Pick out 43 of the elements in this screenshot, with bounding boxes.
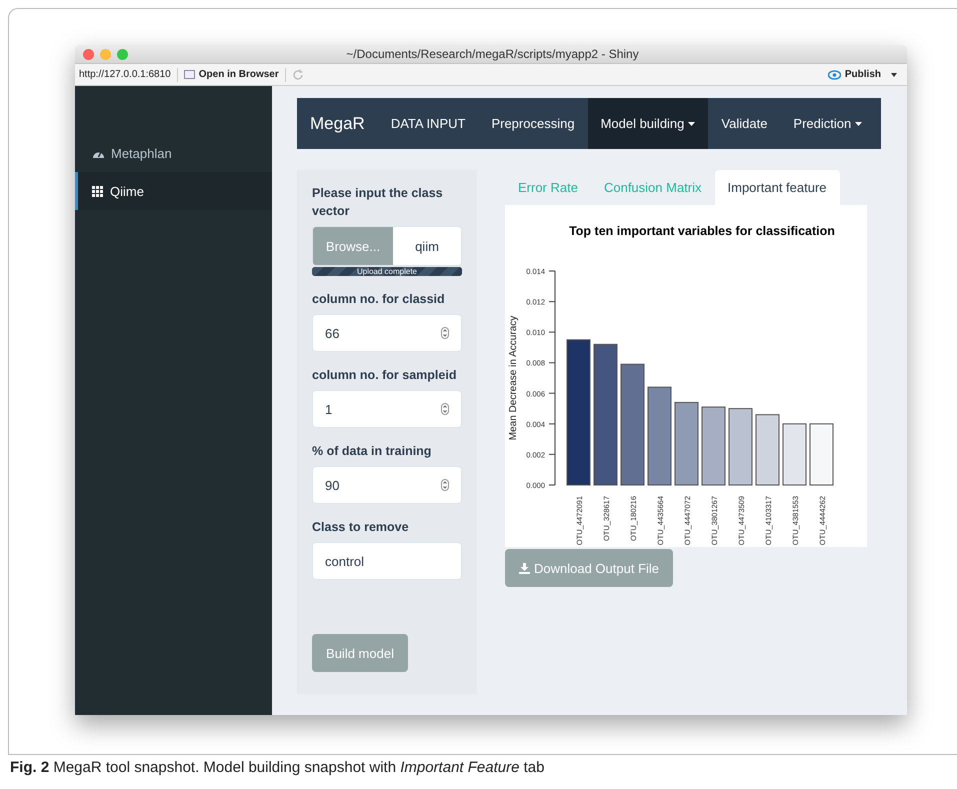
window-icon [184,70,195,79]
nav-item[interactable]: Validate [708,98,780,149]
text-field[interactable]: control [312,542,462,580]
field-label: Class to remove [312,519,410,536]
nav-item[interactable]: Model building [588,98,708,149]
caret-icon [891,72,897,76]
tab[interactable]: Important feature [714,170,840,205]
url-text: http://127.0.0.1:6810 [79,69,171,80]
close-button[interactable] [83,48,94,60]
grid-icon [92,186,104,196]
field-label: Please input the class vector [312,185,444,220]
download-icon [519,562,530,574]
number-field[interactable]: 66 [312,314,462,352]
brand-link[interactable]: MegaR [297,98,378,149]
nav-item[interactable]: Prediction [780,98,876,149]
chart-title: Top ten important variables for classification [569,224,835,238]
field-label: % of data in training [312,443,432,460]
refresh-icon[interactable] [292,68,304,80]
y-axis-label: Mean Decrease in Accuracy [508,316,519,440]
sidebar-item[interactable]: Qiime [75,172,272,210]
open-in-browser-button[interactable]: Open in Browser [184,69,279,80]
caret-icon [855,122,862,126]
minimize-button[interactable] [100,48,111,60]
figure-caption: Fig. 2 MegaR tool snapshot. Model building snapshot with Important Feature tab [10,759,544,776]
sidebar-item[interactable]: Metaphlan [75,134,272,172]
number-field[interactable]: 90 [312,466,462,504]
nav-item[interactable]: Preprocessing [478,98,588,149]
spinner-icon[interactable] [441,403,449,415]
eye-icon [828,70,841,80]
progress-text: Upload complete [356,267,418,276]
publish-button[interactable]: Publish [828,69,903,80]
number-field[interactable]: 1 [312,390,462,428]
bar [810,423,834,486]
spinner-icon[interactable] [441,327,449,339]
maximize-button[interactable] [117,48,128,60]
window-title: ~/Documents/Research/megaR/scripts/myapp2 - Shiny [345,47,640,61]
field-label: column no. for sampleid [312,367,458,384]
nav-item[interactable]: DATA INPUT [378,98,478,149]
caret-icon [688,122,696,126]
bar [782,423,806,486]
bar [756,414,780,486]
spinner-icon[interactable] [441,479,449,491]
field-label: column no. for classid [312,291,446,308]
